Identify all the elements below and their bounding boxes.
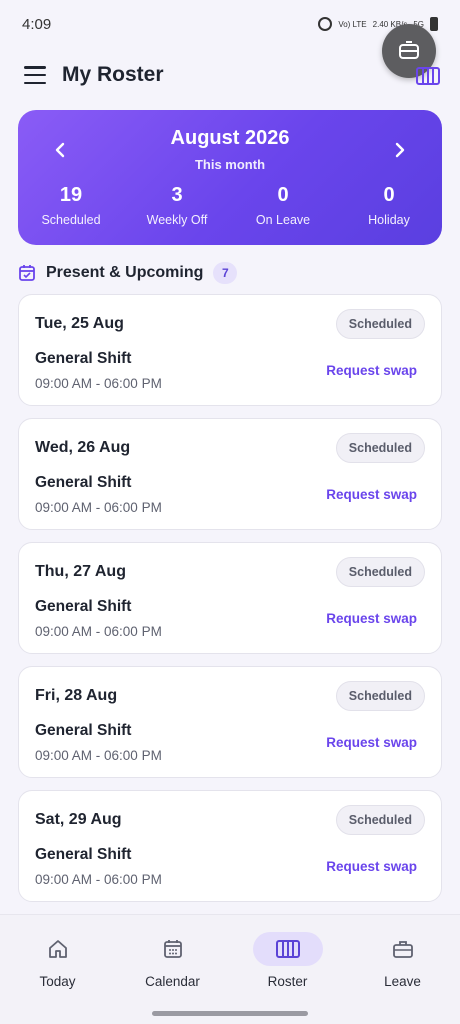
section-header: Present & Upcoming 7 xyxy=(18,261,238,285)
briefcase-icon xyxy=(392,941,413,958)
shift-date: Thu, 27 Aug xyxy=(35,563,126,580)
nav-label: Calendar xyxy=(145,974,200,989)
nav-pill xyxy=(368,932,438,966)
shift-date: Wed, 26 Aug xyxy=(35,439,131,456)
shift-name: General Shift xyxy=(35,474,132,491)
nav-leave[interactable]: Leave xyxy=(345,915,460,1024)
calendar-check-icon xyxy=(19,265,35,281)
request-swap-button[interactable]: Request swap xyxy=(326,487,417,502)
home-icon xyxy=(48,940,67,958)
calendar-icon xyxy=(163,940,182,958)
battery-icon xyxy=(430,17,438,31)
nav-calendar[interactable]: Calendar xyxy=(115,915,230,1024)
shift-date: Sat, 29 Aug xyxy=(35,811,122,828)
stat-value: 19 xyxy=(59,184,83,206)
shift-list: Tue, 25 Aug Scheduled General Shift 09:0… xyxy=(18,294,442,914)
nav-today[interactable]: Today xyxy=(0,915,115,1024)
status-badge: Scheduled xyxy=(335,681,425,711)
stat-value: 0 xyxy=(277,184,289,206)
status-badge: Scheduled xyxy=(335,805,425,835)
month-stats: 19 Scheduled 3 Weekly Off 0 On Leave 0 H… xyxy=(18,184,442,227)
menu-icon[interactable] xyxy=(24,66,46,84)
shift-name: General Shift xyxy=(35,350,132,367)
shift-name: General Shift xyxy=(35,598,132,615)
count-badge: 7 xyxy=(213,262,238,284)
request-swap-button[interactable]: Request swap xyxy=(326,611,417,626)
next-month-button[interactable] xyxy=(388,138,412,162)
shift-time: 09:00 AM - 06:00 PM xyxy=(35,624,162,639)
alarm-icon xyxy=(318,17,333,31)
bottom-nav: Today Calendar Roster Leave xyxy=(0,914,460,1024)
shift-time: 09:00 AM - 06:00 PM xyxy=(35,500,162,515)
status-badge: Scheduled xyxy=(335,309,425,339)
app-bar: My Roster xyxy=(0,50,460,100)
network-text: Vo) LTE xyxy=(338,19,367,29)
nav-pill-active xyxy=(252,932,323,966)
shift-date: Fri, 28 Aug xyxy=(35,687,118,704)
home-indicator[interactable] xyxy=(152,1011,308,1016)
roster-icon xyxy=(275,940,300,958)
shift-date: Tue, 25 Aug xyxy=(35,315,124,332)
nav-roster[interactable]: Roster xyxy=(230,915,345,1024)
page-title: My Roster xyxy=(62,63,164,86)
shift-card[interactable]: Thu, 27 Aug Scheduled General Shift 09:0… xyxy=(18,542,442,654)
month-subtitle: This month xyxy=(194,157,266,172)
shift-time: 09:00 AM - 06:00 PM xyxy=(35,872,162,887)
shift-name: General Shift xyxy=(35,722,132,739)
stat-weekly-off: 3 Weekly Off xyxy=(124,184,230,227)
shift-time: 09:00 AM - 06:00 PM xyxy=(35,376,162,391)
stat-label: Weekly Off xyxy=(146,213,208,227)
chevron-right-icon xyxy=(395,142,405,158)
shift-card[interactable]: Sat, 29 Aug Scheduled General Shift 09:0… xyxy=(18,790,442,902)
stat-holiday: 0 Holiday xyxy=(336,184,442,227)
shift-card[interactable]: Fri, 28 Aug Scheduled General Shift 09:0… xyxy=(18,666,442,778)
roster-view-icon[interactable] xyxy=(416,66,440,86)
nav-pill xyxy=(138,932,208,966)
stat-label: On Leave xyxy=(255,213,311,227)
stat-value: 3 xyxy=(171,184,183,206)
shift-card[interactable]: Tue, 25 Aug Scheduled General Shift 09:0… xyxy=(18,294,442,406)
nav-label: Roster xyxy=(267,974,308,989)
status-time: 4:09 xyxy=(22,15,52,33)
section-title: Present & Upcoming xyxy=(46,264,204,281)
month-summary-card: August 2026 This month 19 Scheduled 3 We… xyxy=(18,110,442,245)
request-swap-button[interactable]: Request swap xyxy=(326,735,417,750)
status-badge: Scheduled xyxy=(335,433,425,463)
stat-scheduled: 19 Scheduled xyxy=(18,184,124,227)
request-swap-button[interactable]: Request swap xyxy=(326,859,417,874)
stat-on-leave: 0 On Leave xyxy=(230,184,336,227)
shift-name: General Shift xyxy=(35,846,132,863)
shift-card[interactable]: Wed, 26 Aug Scheduled General Shift 09:0… xyxy=(18,418,442,530)
nav-label: Leave xyxy=(384,974,421,989)
stat-value: 0 xyxy=(383,184,395,206)
nav-pill xyxy=(23,932,93,966)
nav-label: Today xyxy=(39,974,76,989)
request-swap-button[interactable]: Request swap xyxy=(326,363,417,378)
stat-label: Scheduled xyxy=(41,213,101,227)
month-title: August 2026 xyxy=(170,127,290,149)
shift-time: 09:00 AM - 06:00 PM xyxy=(35,748,162,763)
status-badge: Scheduled xyxy=(335,557,425,587)
stat-label: Holiday xyxy=(368,213,410,227)
